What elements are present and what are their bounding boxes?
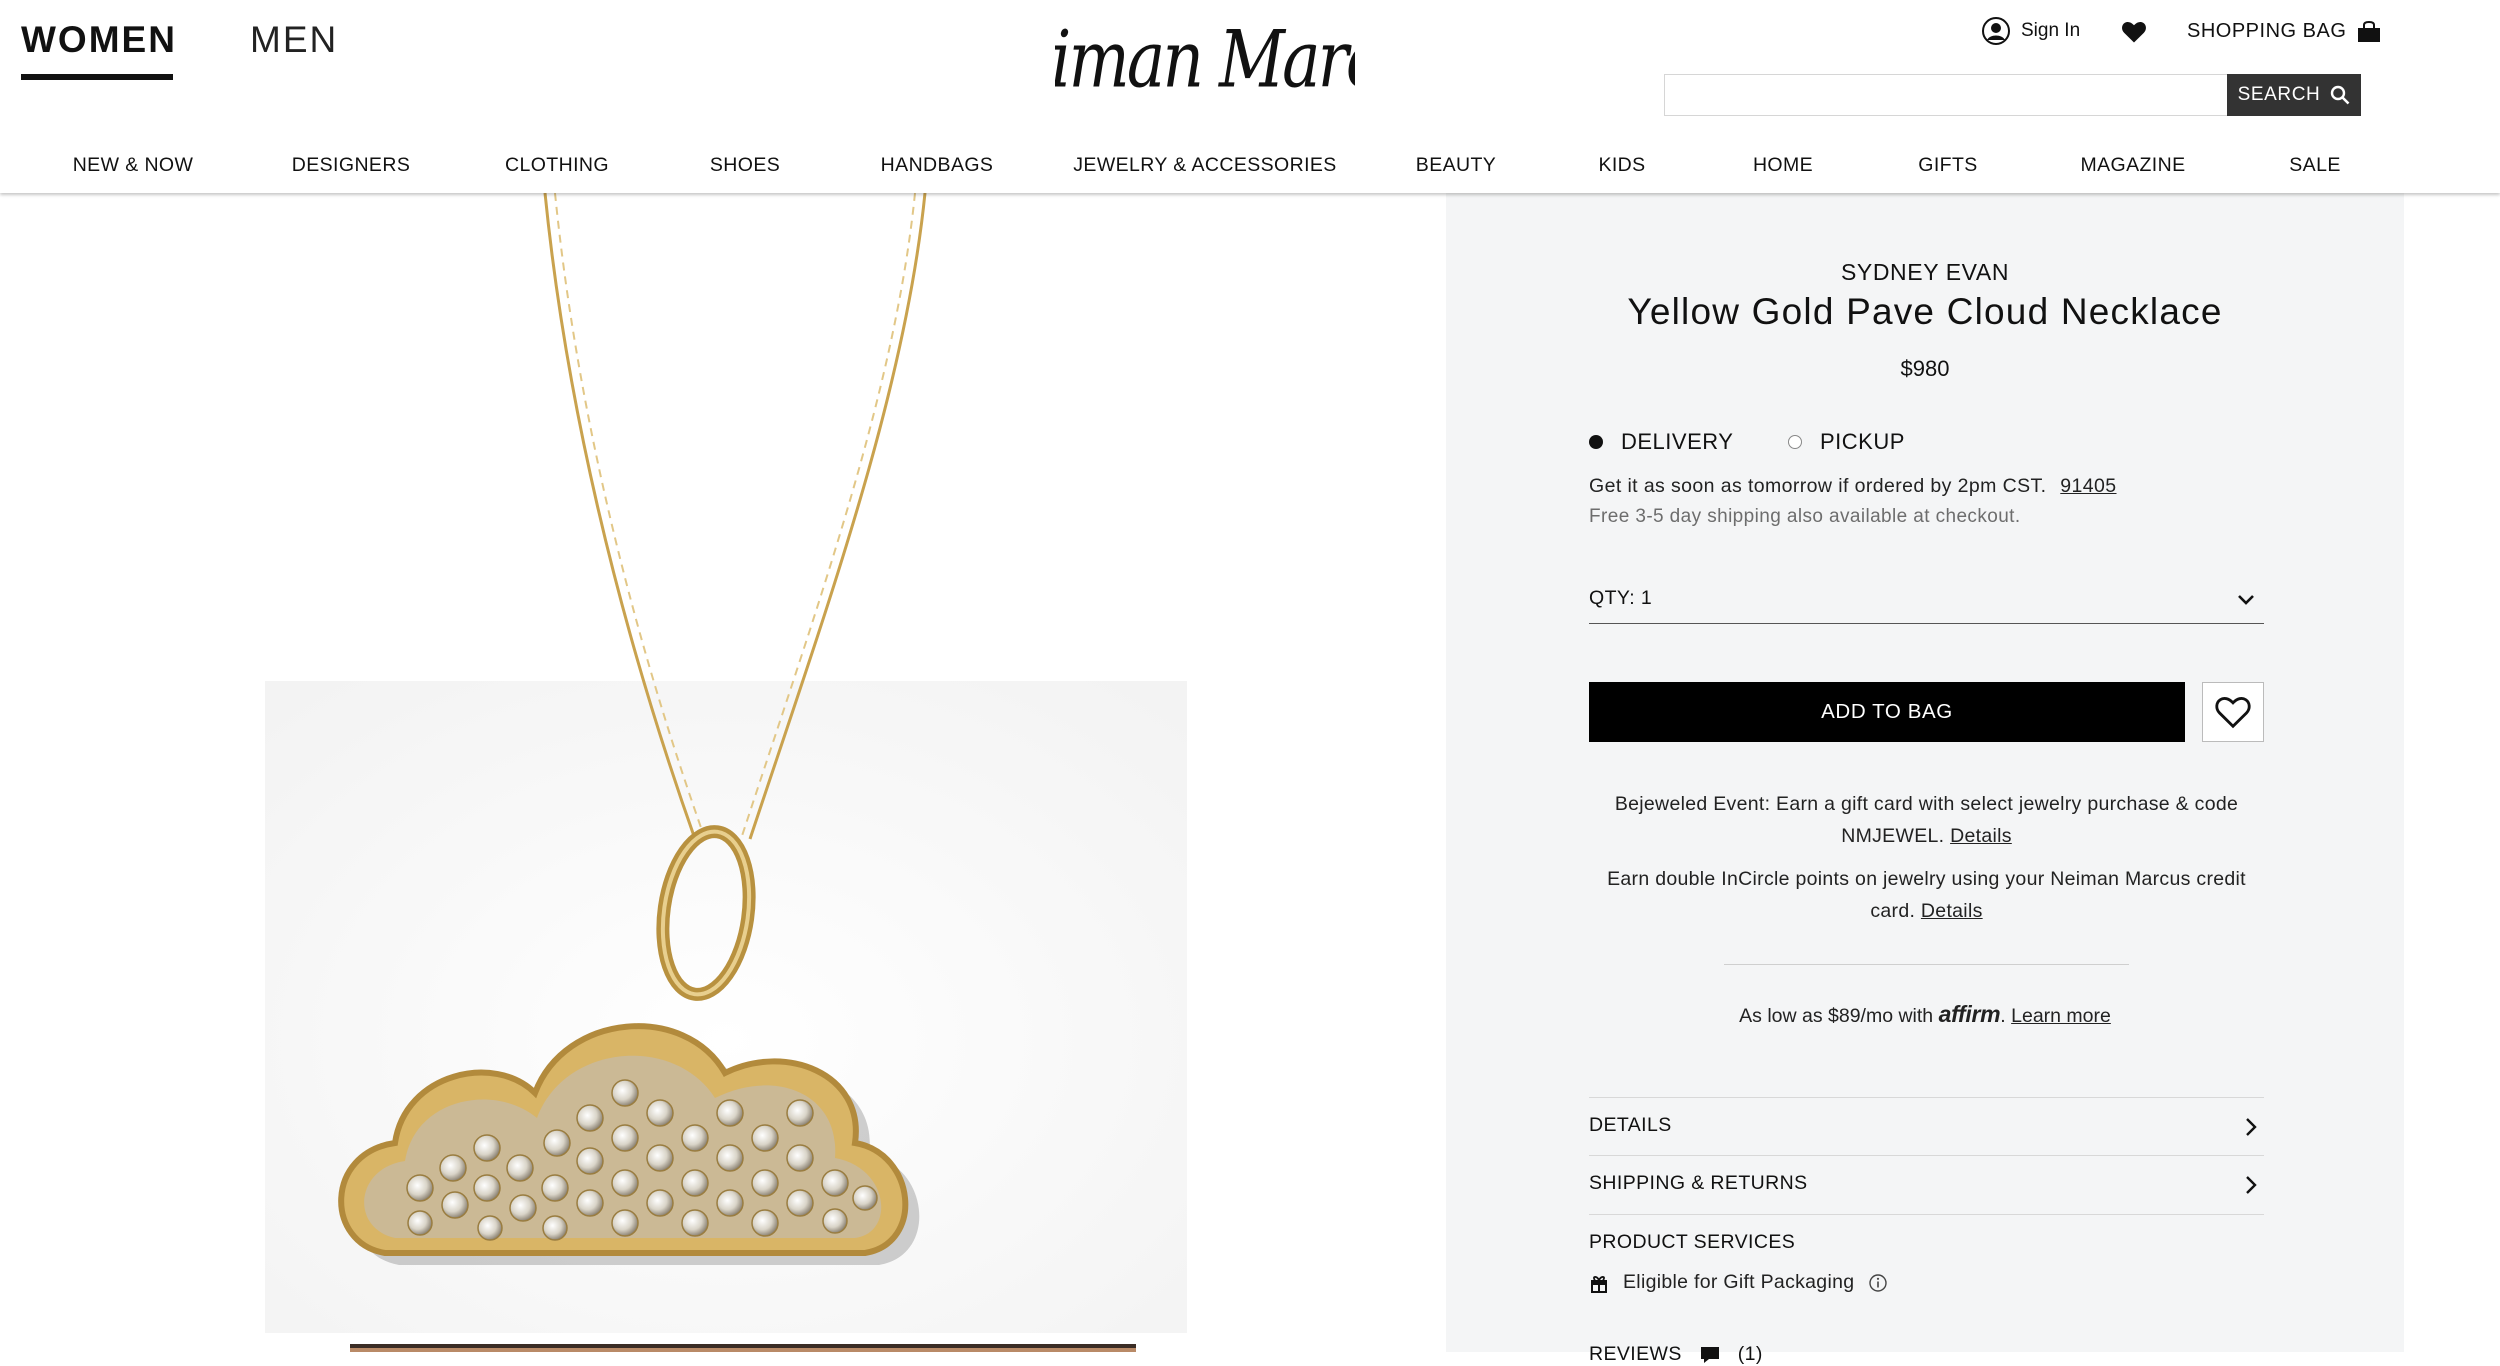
product-info-panel: SYDNEY EVAN Yellow Gold Pave Cloud Neckl… (1446, 193, 2404, 1365)
reviews-count: (1) (1737, 1343, 1763, 1365)
nav-item-handbags[interactable]: HANDBAGS (881, 154, 994, 177)
shopping-bag-link[interactable]: SHOPPING BAG (2187, 20, 2382, 43)
reviews-label: REVIEWS (1589, 1343, 1682, 1365)
nav-item-gifts[interactable]: GIFTS (1918, 154, 1977, 177)
pickup-radio[interactable]: PICKUP (1788, 429, 1905, 455)
chevron-down-icon (2238, 595, 2254, 605)
pickup-radio-circle (1788, 435, 1802, 449)
gift-icon (1591, 1275, 1607, 1293)
shopping-bag-label: SHOPPING BAG (2187, 20, 2347, 42)
delivery-radio[interactable]: DELIVERY (1589, 429, 1733, 455)
main-navigation: NEW & NOW DESIGNERS CLOTHING SHOES HANDB… (0, 145, 2500, 189)
affirm-logo: affirm (1938, 1001, 2001, 1027)
review-comment-icon (1700, 1346, 1719, 1363)
affirm-text: As low as $89/mo with (1739, 1005, 1934, 1027)
search-button[interactable]: SEARCH (2227, 74, 2361, 116)
quantity-value: QTY: 1 (1589, 587, 1653, 609)
promo-details-link[interactable]: Details (1921, 900, 1983, 922)
shopping-bag-icon (2358, 20, 2381, 42)
favorites-heart-icon[interactable] (2120, 18, 2148, 46)
product-image[interactable] (265, 193, 1187, 1333)
search-button-label: SEARCH (2237, 84, 2321, 105)
gift-packaging-label: Eligible for Gift Packaging (1623, 1271, 1855, 1293)
sign-in-link[interactable]: Sign In (1981, 14, 2080, 48)
info-icon[interactable] (1868, 1273, 1888, 1293)
delivery-label: DELIVERY (1621, 429, 1734, 454)
nav-item-kids[interactable]: KIDS (1598, 154, 1645, 177)
delivery-message: Get it as soon as tomorrow if ordered by… (1589, 475, 2047, 497)
nav-item-shoes[interactable]: SHOES (710, 154, 780, 177)
nav-item-jewelry-accessories[interactable]: JEWELRY & ACCESSORIES (1073, 154, 1336, 177)
affirm-period: . (2000, 1005, 2006, 1027)
nav-item-new-and-now[interactable]: NEW & NOW (73, 154, 194, 177)
nav-item-designers[interactable]: DESIGNERS (292, 154, 410, 177)
quantity-select[interactable]: QTY: 1 (1589, 583, 2264, 624)
tab-men[interactable]: MEN (250, 18, 338, 62)
gift-packaging-row: Eligible for Gift Packaging (1589, 1271, 1888, 1294)
user-icon (1982, 17, 2010, 45)
tab-women[interactable]: WOMEN (21, 18, 177, 62)
chevron-right-icon (2246, 1118, 2257, 1136)
neiman-marcus-logo[interactable]: Neiman Marcus (1055, 8, 1355, 120)
nav-item-sale[interactable]: SALE (2289, 154, 2340, 177)
product-title: Yellow Gold Pave Cloud Necklace (1627, 291, 2223, 332)
search-input[interactable] (1664, 74, 2228, 116)
promo-text: Bejeweled Event: Earn a gift card with s… (1614, 793, 2239, 847)
divider (1724, 964, 2129, 965)
shipping-note: Free 3-5 day shipping also available at … (1589, 506, 2021, 527)
product-services-heading: PRODUCT SERVICES (1589, 1231, 1796, 1253)
shipping-returns-accordion-label: SHIPPING & RETURNS (1589, 1172, 1808, 1194)
product-price: $980 (1900, 356, 1950, 381)
affirm-learn-more-link[interactable]: Learn more (2011, 1005, 2111, 1027)
reviews-row[interactable]: REVIEWS (1) (1589, 1343, 1763, 1366)
promo-bejeweled-event: Bejeweled Event: Earn a gift card with s… (1589, 788, 2264, 852)
search-icon (2331, 85, 2350, 105)
affirm-financing: As low as $89/mo with affirm. Learn more (1446, 1001, 2404, 1028)
nav-item-magazine[interactable]: MAGAZINE (2080, 154, 2185, 177)
promo-incircle-points: Earn double InCircle points on jewelry u… (1589, 863, 2264, 927)
pickup-label: PICKUP (1820, 429, 1905, 454)
site-header: WOMEN MEN Neiman Marcus Sign In SHOPPING… (0, 0, 2500, 193)
shipping-returns-accordion[interactable]: SHIPPING & RETURNS (1589, 1155, 2264, 1215)
next-image-thumbnail-edge[interactable] (350, 1344, 1136, 1352)
nav-item-beauty[interactable]: BEAUTY (1416, 154, 1496, 177)
nav-item-clothing[interactable]: CLOTHING (505, 154, 609, 177)
details-accordion[interactable]: DETAILS (1589, 1097, 2264, 1156)
promo-details-link[interactable]: Details (1950, 825, 2012, 847)
svg-text:Neiman Marcus: Neiman Marcus (1055, 13, 1355, 105)
sign-in-label: Sign In (2021, 20, 2081, 41)
heart-outline-icon (2215, 697, 2251, 729)
details-accordion-label: DETAILS (1589, 1114, 1672, 1136)
tab-women-active-indicator (21, 74, 173, 80)
add-to-favorites-button[interactable] (2202, 682, 2264, 742)
designer-name[interactable]: SYDNEY EVAN (1446, 259, 2404, 286)
nav-item-home[interactable]: HOME (1753, 154, 1813, 177)
add-to-bag-button[interactable]: ADD TO BAG (1589, 682, 2185, 742)
delivery-estimate: Get it as soon as tomorrow if ordered by… (1589, 475, 2117, 498)
chevron-right-icon (2246, 1176, 2257, 1194)
zip-code-link[interactable]: 91405 (2060, 475, 2116, 497)
delivery-radio-selected-dot (1589, 435, 1603, 449)
